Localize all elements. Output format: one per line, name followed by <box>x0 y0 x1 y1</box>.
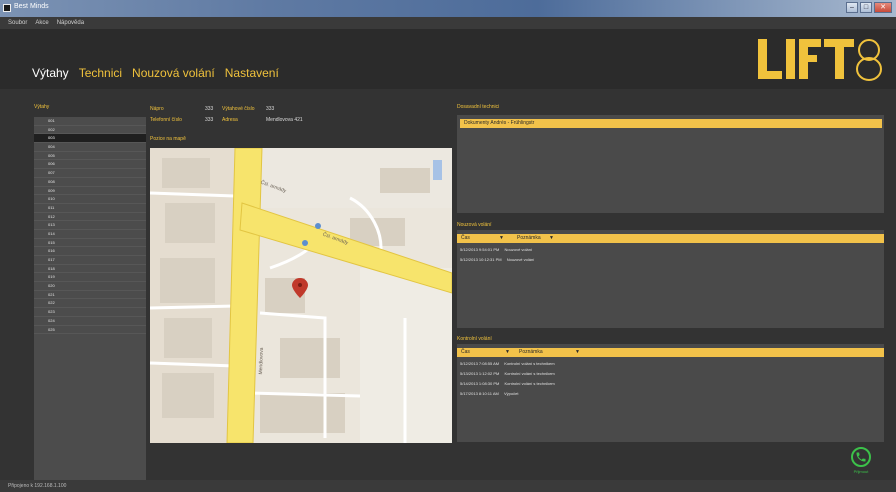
checks-row-3-time: 5/14/2013 1:08:30 PM <box>460 381 500 386</box>
phone-icon <box>856 452 866 462</box>
emergency-row-1-note: Nouzové volání <box>504 247 533 252</box>
checks-col-note[interactable]: Poznámka <box>519 348 543 357</box>
tab-elevators[interactable]: Výtahy <box>32 66 69 80</box>
table-row[interactable]: 5/12/2013 7:08:55 AM Kontrolní volání s … <box>460 361 555 366</box>
list-item[interactable]: 006 <box>34 160 146 170</box>
detail-value-nr: 333 <box>205 106 214 112</box>
detail-label-phone: Telefonní číslo <box>150 117 182 123</box>
close-button[interactable]: ✕ <box>874 2 892 13</box>
table-row[interactable]: 5/17/2013 8:10:11 AM Výpočet <box>460 391 518 396</box>
checks-row-1-time: 5/12/2013 7:08:55 AM <box>460 361 500 366</box>
maximize-button[interactable]: □ <box>860 2 872 13</box>
sidebar-heading: Výtahy <box>34 104 50 110</box>
checks-table-header: Čas ▼ Poznámka ▼ <box>457 348 884 357</box>
detail-value-elevator-number: 333 <box>266 106 275 112</box>
app-header: Výtahy Technici Nouzová volání Nastavení <box>0 29 896 89</box>
checks-row-1-note: Kontrolní volání s technikem <box>504 361 555 366</box>
list-item[interactable]: 013 <box>34 221 146 230</box>
lift8-logo <box>758 39 882 81</box>
map-label: Pozice na mapě <box>150 136 186 142</box>
checks-row-3-note: Kontrolní volání s technikem <box>504 381 555 386</box>
list-item[interactable]: 011 <box>34 204 146 213</box>
checks-row-2-note: Kontrolní volání s technikem <box>504 371 555 376</box>
elevator-list[interactable]: 001 002 003 004 005 006 007 008 009 010 011 012 013 0… <box>34 117 146 483</box>
checks-col-time[interactable]: Čas <box>461 348 470 357</box>
detail-label-address: Adresa <box>222 117 238 123</box>
checks-row-4-note: Výpočet <box>503 391 519 396</box>
list-item[interactable]: 015 <box>34 239 146 248</box>
checks-row-4-time: 5/17/2013 8:10:11 AM <box>460 391 499 396</box>
street-label-3: Mendlovova <box>258 347 265 375</box>
list-item[interactable]: 017 <box>34 256 146 265</box>
table-row[interactable]: 5/12/2013 10:12:31 PM Nouzové volání <box>460 257 534 262</box>
checks-panel <box>457 344 884 442</box>
map-view[interactable]: Čsl. armády Čsl. armády Mendlovova <box>150 148 452 443</box>
app-icon <box>3 4 11 12</box>
filter-icon[interactable]: ▼ <box>499 234 504 243</box>
tab-emergency-calls[interactable]: Nouzová volání <box>132 66 215 80</box>
list-item[interactable]: 001 <box>34 117 146 126</box>
emergency-row-2-note: Nouzové volání <box>506 257 535 262</box>
minimize-button[interactable]: – <box>846 2 858 13</box>
emergency-col-time[interactable]: Čas <box>461 234 470 243</box>
list-item[interactable]: 020 <box>34 282 146 291</box>
map-canvas <box>150 148 452 443</box>
list-item[interactable]: 003 <box>34 134 146 144</box>
table-row[interactable]: 5/14/2013 1:08:30 PM Kontrolní volání s … <box>460 381 555 386</box>
assigned-heading: Dosavadní technici <box>457 104 500 110</box>
emergency-col-note[interactable]: Poznámka <box>517 234 541 243</box>
menu-item-help[interactable]: Nápověda <box>57 17 84 29</box>
emergency-row-1-time: 5/12/2013 9:54:01 PM <box>460 247 500 252</box>
assigned-selected-value: Dokumenty Andrés - Frühlingstr <box>464 120 535 126</box>
table-row[interactable]: 5/13/2013 1:12:02 PM Kontrolní volání s … <box>460 371 555 376</box>
status-bar: Připojeno k 192.168.1.100 <box>0 480 896 492</box>
menu-item-file[interactable]: Soubor <box>8 17 27 29</box>
list-item[interactable]: 019 <box>34 273 146 283</box>
list-item[interactable]: 012 <box>34 213 146 222</box>
list-item[interactable]: 007 <box>34 169 146 178</box>
menu-item-actions[interactable]: Akce <box>35 17 48 29</box>
window-title: Best Minds <box>14 3 49 10</box>
table-row[interactable]: 5/12/2013 9:54:01 PM Nouzové volání <box>460 247 532 252</box>
list-item[interactable]: 004 <box>34 143 146 152</box>
assigned-selected[interactable]: Dokumenty Andrés - Frühlingstr <box>460 119 882 128</box>
status-text: Připojeno k 192.168.1.100 <box>8 483 67 489</box>
call-button-label: Přijmout <box>853 469 869 474</box>
emergency-table-header: Čas ▼ Poznámka ▼ <box>457 234 884 243</box>
window-titlebar: Best Minds – □ ✕ <box>0 0 896 17</box>
list-item[interactable]: 008 <box>34 178 146 187</box>
list-item[interactable]: 021 <box>34 291 146 300</box>
list-item[interactable]: 022 <box>34 299 146 309</box>
emergency-panel <box>457 230 884 328</box>
checks-heading: Kontrolní volání <box>457 336 492 342</box>
checks-row-2-time: 5/13/2013 1:12:02 PM <box>460 371 500 376</box>
tab-technicians[interactable]: Technici <box>79 66 122 80</box>
filter-icon[interactable]: ▼ <box>575 348 580 357</box>
list-item[interactable]: 016 <box>34 247 146 256</box>
filter-icon[interactable]: ▼ <box>549 234 554 243</box>
assigned-panel <box>457 115 884 213</box>
detail-label-elevator-number: Výtahové číslo <box>222 106 255 112</box>
call-button[interactable] <box>851 447 871 467</box>
detail-value-address: Mendlovova 421 <box>266 117 303 123</box>
tab-settings[interactable]: Nastavení <box>225 66 279 80</box>
detail-value-phone: 333 <box>205 117 214 123</box>
emergency-row-2-time: 5/12/2013 10:12:31 PM <box>460 257 502 262</box>
detail-label-nr: Nápro <box>150 106 164 112</box>
emergency-heading: Nouzová volání <box>457 222 492 228</box>
list-item[interactable]: 018 <box>34 265 146 274</box>
list-item[interactable]: 023 <box>34 308 146 317</box>
main-nav: Výtahy Technici Nouzová volání Nastavení <box>32 66 279 80</box>
filter-icon[interactable]: ▼ <box>505 348 510 357</box>
list-item[interactable]: 005 <box>34 152 146 161</box>
list-item[interactable]: 010 <box>34 195 146 204</box>
menu-bar: Soubor Akce Nápověda <box>0 17 896 29</box>
list-item[interactable]: 009 <box>34 187 146 196</box>
list-item[interactable]: 025 <box>34 326 146 335</box>
list-item[interactable]: 024 <box>34 317 146 326</box>
list-item[interactable]: 014 <box>34 230 146 239</box>
list-item[interactable]: 002 <box>34 126 146 135</box>
